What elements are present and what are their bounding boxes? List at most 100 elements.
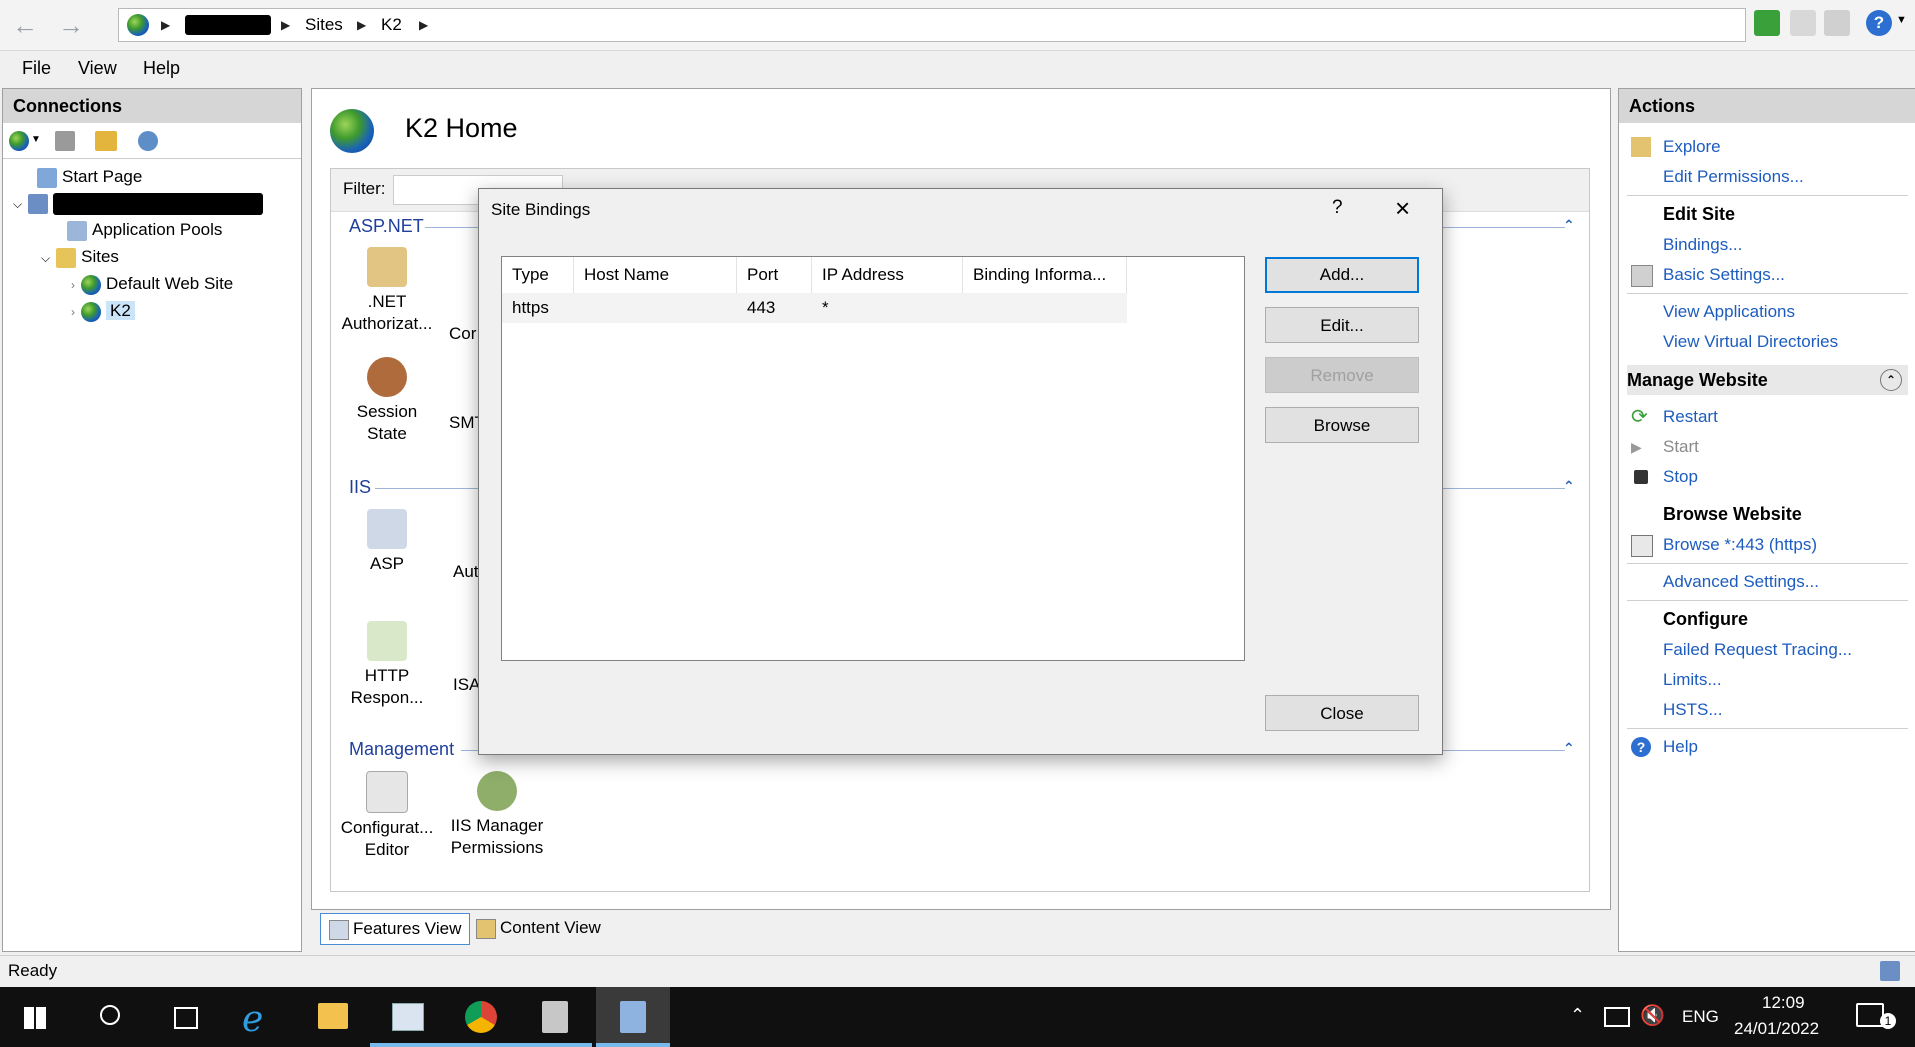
menu-view[interactable]: View — [78, 58, 117, 79]
up-folder-icon[interactable] — [95, 131, 117, 151]
column-ip-address[interactable]: IP Address — [812, 257, 963, 293]
chrome-app[interactable] — [444, 987, 518, 1047]
iis-manager-app[interactable] — [596, 987, 670, 1047]
tab-content-view[interactable]: Content View — [468, 913, 609, 943]
tree-default-web-site[interactable]: › Default Web Site — [71, 271, 233, 297]
action-view-virtual-directories[interactable]: View Virtual Directories — [1663, 332, 1838, 352]
connect-dropdown-icon[interactable]: ▼ — [31, 134, 41, 145]
chevron-right-icon[interactable]: › — [71, 278, 75, 292]
feature-partial[interactable]: Cor — [449, 324, 476, 344]
tree-k2[interactable]: › K2 — [71, 298, 135, 324]
help-dropdown-icon[interactable]: ▼ — [1896, 14, 1907, 26]
file-explorer-app[interactable] — [296, 987, 370, 1047]
forward-button[interactable]: → — [54, 8, 88, 42]
feature-label: Respon... — [350, 688, 424, 707]
chevron-right-icon[interactable]: › — [71, 305, 75, 319]
collapse-icon[interactable]: ⌃ — [1563, 217, 1575, 234]
address-box[interactable]: ▶ ▶ Sites ▶ K2 ▶ — [118, 8, 1746, 42]
help-icon[interactable]: ? — [1866, 10, 1892, 36]
site-globe-icon — [330, 109, 374, 153]
action-restart[interactable]: Restart — [1663, 407, 1718, 427]
crumb-sites[interactable]: Sites — [305, 9, 343, 41]
task-view-button[interactable] — [148, 987, 222, 1047]
menu-help[interactable]: Help — [143, 58, 180, 79]
feature-http-response[interactable]: HTTP Respon... — [337, 621, 437, 709]
cell-type: https — [512, 298, 549, 317]
action-advanced-settings[interactable]: Advanced Settings... — [1663, 572, 1819, 592]
edit-button[interactable]: Edit... — [1265, 307, 1419, 343]
group-iis: IIS — [349, 477, 372, 497]
tab-features-view[interactable]: Features View — [320, 913, 471, 945]
crumb-separator-icon[interactable]: ▶ — [419, 9, 428, 41]
start-button[interactable] — [0, 987, 74, 1047]
action-view-applications[interactable]: View Applications — [1663, 302, 1795, 322]
disconnect-icon[interactable] — [138, 131, 158, 151]
column-port[interactable]: Port — [737, 257, 812, 293]
home-icon[interactable] — [1824, 10, 1850, 36]
add-button[interactable]: Add... — [1265, 257, 1419, 293]
collapse-icon[interactable]: ⌃ — [1563, 478, 1575, 495]
chevron-down-icon[interactable]: ⌵ — [13, 197, 22, 211]
connect-globe-icon[interactable] — [9, 131, 29, 151]
clock-time[interactable]: 12:09 — [1762, 993, 1805, 1013]
feature-asp[interactable]: ASP — [337, 509, 437, 575]
column-type[interactable]: Type — [502, 257, 574, 293]
language-indicator[interactable]: ENG — [1682, 1007, 1719, 1027]
bindings-list[interactable]: Type Host Name Port IP Address Binding I… — [501, 256, 1245, 661]
volume-muted-icon[interactable]: 🔇 — [1640, 1003, 1665, 1028]
feature-iis-manager-permissions[interactable]: IIS Manager Permissions — [447, 771, 547, 859]
action-start[interactable]: Start — [1663, 437, 1699, 457]
feature-configuration-editor[interactable]: Configurat... Editor — [337, 771, 437, 861]
feature-net-authorization[interactable]: .NET Authorizat... — [337, 247, 437, 335]
dialog-close-icon[interactable]: × — [1395, 193, 1410, 224]
group-management: Management — [349, 739, 455, 759]
feature-session-state[interactable]: Session State — [337, 357, 437, 445]
tray-chevron-up-icon[interactable]: ⌃ — [1570, 1005, 1585, 1026]
crumb-separator-icon[interactable]: ▶ — [161, 9, 170, 41]
feature-partial[interactable]: Aut — [453, 562, 479, 582]
action-stop[interactable]: Stop — [1663, 467, 1698, 487]
feature-label: Editor — [364, 840, 410, 859]
redacted-server-name[interactable] — [185, 15, 271, 35]
browse-button[interactable]: Browse — [1265, 407, 1419, 443]
action-browse-443[interactable]: Browse *:443 (https) — [1663, 535, 1817, 555]
action-failed-request-tracing[interactable]: Failed Request Tracing... — [1663, 640, 1852, 660]
action-edit-permissions[interactable]: Edit Permissions... — [1663, 167, 1804, 187]
action-help[interactable]: Help — [1663, 737, 1698, 757]
crumb-separator-icon[interactable]: ▶ — [281, 9, 290, 41]
refresh-icon[interactable] — [1754, 10, 1780, 36]
action-basic-settings[interactable]: Basic Settings... — [1663, 265, 1785, 285]
tree-sites[interactable]: ⌵ Sites — [41, 244, 119, 270]
section-title: Manage Website — [1627, 370, 1768, 390]
crumb-separator-icon[interactable]: ▶ — [357, 9, 366, 41]
column-binding-information[interactable]: Binding Informa... — [963, 257, 1127, 293]
action-explore[interactable]: Explore — [1663, 137, 1721, 157]
menu-file[interactable]: File — [22, 58, 51, 79]
dialog-help-button[interactable]: ? — [1332, 197, 1343, 219]
action-hsts[interactable]: HSTS... — [1663, 700, 1723, 720]
tools-app[interactable] — [518, 987, 592, 1047]
chevron-down-icon[interactable]: ⌵ — [41, 251, 50, 265]
search-button[interactable] — [74, 987, 148, 1047]
chevron-up-icon[interactable]: ⌃ — [1880, 369, 1902, 391]
stop-icon[interactable] — [1790, 10, 1816, 36]
collapse-icon[interactable]: ⌃ — [1563, 740, 1575, 757]
column-host-name[interactable]: Host Name — [574, 257, 737, 293]
server-manager-app[interactable] — [370, 987, 444, 1047]
close-button[interactable]: Close — [1265, 695, 1419, 731]
dialog-title: Site Bindings — [491, 200, 591, 219]
table-row[interactable]: https 443 * — [502, 293, 1127, 323]
network-icon[interactable] — [1604, 1007, 1630, 1027]
tree-start-page[interactable]: Start Page — [37, 164, 142, 190]
remove-button[interactable]: Remove — [1265, 357, 1419, 393]
back-button[interactable]: ← — [8, 8, 42, 42]
tree-app-pools[interactable]: Application Pools — [67, 217, 222, 243]
feature-partial[interactable]: ISA — [453, 675, 480, 695]
action-bindings[interactable]: Bindings... — [1663, 235, 1742, 255]
tree-server[interactable]: ⌵ — [13, 190, 264, 216]
crumb-k2[interactable]: K2 — [381, 9, 402, 41]
clock-date[interactable]: 24/01/2022 — [1734, 1019, 1819, 1039]
action-limits[interactable]: Limits... — [1663, 670, 1722, 690]
ie-app[interactable]: e — [222, 987, 296, 1047]
save-icon[interactable] — [55, 131, 75, 151]
